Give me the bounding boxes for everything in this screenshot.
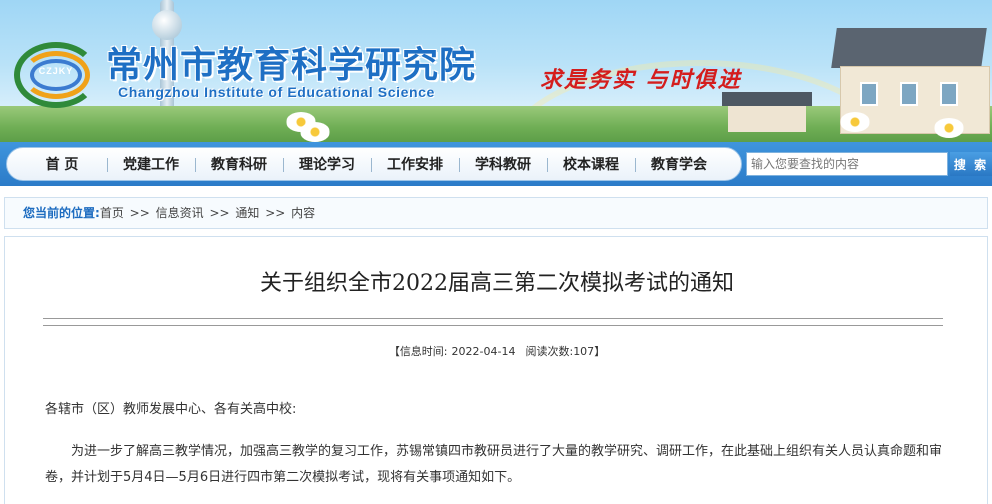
- article-salutation: 各辖市（区）教师发展中心、各有关高中校:: [45, 402, 297, 417]
- nav-separator: [547, 158, 548, 172]
- breadcrumb: 您当前的位置:首页 >> 信息资讯 >> 通知 >> 内容: [4, 197, 988, 229]
- breadcrumb-home[interactable]: 首页: [100, 206, 124, 220]
- breadcrumb-lead: 您当前的位置:: [23, 206, 100, 220]
- header-banner: CZJKY 常州市教育科学研究院 Changzhou Institute of …: [0, 0, 992, 142]
- nav-separator: [635, 158, 636, 172]
- nav-item-subject-research[interactable]: 学科教研: [465, 148, 541, 182]
- nav-item-school-courses[interactable]: 校本课程: [553, 148, 629, 182]
- nav-separator: [371, 158, 372, 172]
- logo-abbr: CZJKY: [38, 66, 74, 76]
- meta-time-label: 信息时间:: [399, 345, 448, 358]
- small-house-roof: [722, 92, 812, 106]
- breadcrumb-notices[interactable]: 通知: [235, 206, 259, 220]
- house-window: [860, 82, 878, 106]
- nav-separator: [107, 158, 108, 172]
- institute-logo[interactable]: CZJKY: [14, 42, 98, 108]
- site-subtitle: Changzhou Institute of Educational Scien…: [118, 84, 435, 100]
- breadcrumb-separator: >>: [265, 206, 286, 220]
- article-panel: 关于组织全市2022届高三第二次模拟考试的通知 【信息时间: 2022-04-14…: [4, 236, 988, 504]
- article-title: 关于组织全市2022届高三第二次模拟考试的通知: [260, 271, 734, 296]
- article-body-paragraph: 为进一步了解高三教学情况，加强高三教学的复习工作，苏锡常镇四市教研员进行了大量的…: [45, 444, 943, 485]
- meta-views-value: 107: [573, 345, 595, 358]
- meta-time-value: 2022-04-14: [451, 345, 516, 358]
- title-divider: [43, 318, 943, 319]
- title-divider: [43, 325, 943, 326]
- daisy-icon: [840, 112, 870, 132]
- nav-item-work-plan[interactable]: 工作安排: [377, 148, 453, 182]
- nav-separator: [195, 158, 196, 172]
- breadcrumb-news[interactable]: 信息资讯: [156, 206, 204, 220]
- nav-item-edu-society[interactable]: 教育学会: [641, 148, 717, 182]
- nav-separator: [283, 158, 284, 172]
- slogan: 求是务实 与时俱进: [540, 67, 742, 93]
- meta-close-bracket: 】: [594, 345, 606, 358]
- breadcrumb-content: 内容: [291, 206, 316, 220]
- site-title: 常州市教育科学研究院: [106, 45, 477, 86]
- daisy-icon: [934, 118, 964, 138]
- search-input[interactable]: [746, 152, 948, 176]
- search-button[interactable]: 搜 索: [950, 152, 992, 176]
- small-house-illustration: [722, 92, 812, 132]
- breadcrumb-separator: >>: [209, 206, 230, 220]
- house-window: [900, 82, 918, 106]
- nav-menu: 首 页 党建工作 教育科研 理论学习 工作安排 学科教研 校本课程 教育学会: [6, 147, 742, 181]
- meta-views-label: 阅读次数:: [525, 345, 574, 358]
- house-roof: [831, 28, 987, 68]
- meta-open-bracket: 【: [388, 345, 400, 358]
- nav-item-home[interactable]: 首 页: [23, 148, 101, 182]
- nav-item-theory-study[interactable]: 理论学习: [289, 148, 365, 182]
- breadcrumb-separator: >>: [129, 206, 150, 220]
- small-house-wall: [728, 106, 806, 132]
- nav-item-party-work[interactable]: 党建工作: [113, 148, 189, 182]
- house-window: [940, 82, 958, 106]
- article-meta: 【信息时间: 2022-04-14 阅读次数:107】: [5, 343, 989, 359]
- nav-item-edu-research[interactable]: 教育科研: [201, 148, 277, 182]
- nav-separator: [459, 158, 460, 172]
- daisy-icon: [300, 122, 330, 142]
